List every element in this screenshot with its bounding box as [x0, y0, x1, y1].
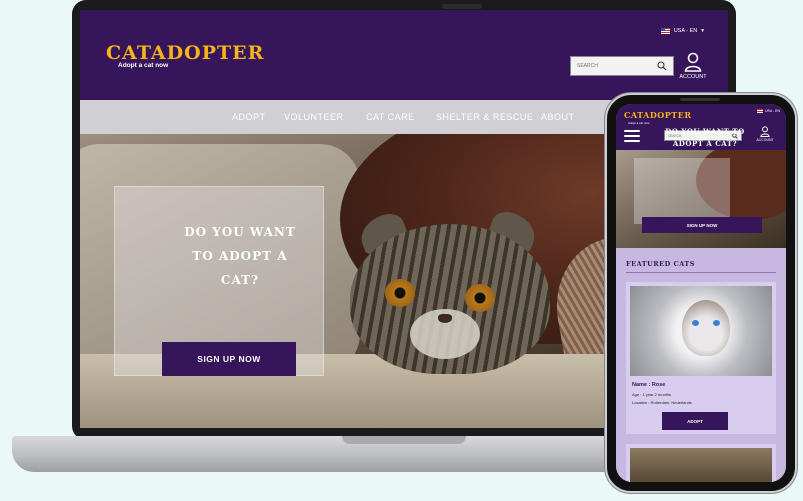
account-icon	[760, 126, 770, 137]
cat-eye-left	[385, 279, 415, 307]
cat-card-photo	[630, 286, 772, 376]
nav-item-adopt[interactable]: ADOPT	[232, 112, 266, 122]
mobile-account-button[interactable]: ACCOUNT	[754, 126, 776, 142]
search-icon[interactable]	[657, 61, 667, 71]
account-label: ACCOUNT	[679, 74, 707, 80]
cat-name-label: Name :	[632, 382, 651, 388]
cat-nose	[438, 314, 452, 323]
mobile-locale-selector[interactable]: USA - EN	[757, 109, 780, 113]
account-button[interactable]: ACCOUNT	[678, 52, 708, 80]
mobile-hero	[616, 150, 786, 248]
cat-face	[682, 300, 730, 356]
cat-card[interactable]: Name : Rose Age : 1 year 2 months Locati…	[626, 282, 776, 434]
cat-card-eye-left	[692, 320, 699, 326]
mobile-hero-question: DO YOU WANT TO ADOPT A CAT?	[665, 127, 745, 148]
laptop-base-groove	[342, 436, 466, 444]
featured-cats-section: FEATURED CATS Name : Rose Age : 1 year 2…	[616, 248, 786, 482]
mobile-locale-label: USA - EN	[765, 109, 780, 113]
account-icon	[684, 52, 702, 72]
adopt-button[interactable]: ADOPT	[662, 412, 728, 430]
mobile-account-label: ACCOUNT	[756, 138, 774, 142]
search-placeholder: SEARCH	[577, 63, 598, 69]
cat-card[interactable]	[626, 444, 776, 482]
locale-label: USA - EN	[673, 28, 698, 34]
site-header: CATADOPTER Adopt a cat now USA - EN ▾ SE…	[80, 10, 728, 100]
cat-eye-right	[465, 284, 495, 312]
mobile-sign-up-button[interactable]: SIGN UP NOW	[642, 217, 762, 233]
cat-name-line: Name : Rose	[632, 382, 665, 388]
cat-location: Location : Rotterdam, Nederlands	[632, 400, 692, 405]
cat-card-photo	[630, 448, 772, 482]
sign-up-button[interactable]: SIGN UP NOW	[162, 342, 296, 376]
featured-cats-title: FEATURED CATS	[626, 260, 695, 268]
mobile-tagline: Adopt a cat now	[628, 121, 650, 125]
phone-screen: CATADOPTER Adopt a cat now USA - EN SEAR…	[616, 104, 786, 482]
site-logo[interactable]: CATADOPTER	[106, 42, 264, 64]
nav-item-shelter-rescue[interactable]: SHELTER & RESCUE	[436, 112, 533, 122]
cat-name: Rose	[651, 382, 666, 388]
mockup-stage: CATADOPTER Adopt a cat now USA - EN ▾ SE…	[0, 0, 803, 501]
locale-selector[interactable]: USA - EN ▾	[660, 28, 704, 34]
menu-icon[interactable]	[624, 130, 640, 142]
nav-item-about[interactable]: ABOUT	[541, 112, 575, 122]
us-flag-icon	[757, 109, 764, 113]
us-flag-icon	[660, 28, 670, 34]
cat-card-eye-right	[713, 320, 720, 326]
featured-divider	[626, 272, 776, 273]
nav-item-cat-care[interactable]: CAT CARE	[366, 112, 415, 122]
cat-age: Age : 1 year 2 months	[632, 392, 672, 397]
nav-item-volunteer[interactable]: VOLUNTEER	[284, 112, 344, 122]
search-input[interactable]: SEARCH	[570, 56, 674, 76]
laptop-camera-notch	[442, 4, 482, 9]
chevron-down-icon: ▾	[701, 28, 704, 34]
site-tagline: Adopt a cat now	[118, 62, 169, 69]
phone-speaker	[680, 98, 720, 101]
mobile-logo[interactable]: CATADOPTER	[624, 110, 691, 120]
mobile-hero-card	[634, 158, 730, 224]
hero-question: DO YOU WANT TO ADOPT A CAT?	[184, 225, 296, 287]
